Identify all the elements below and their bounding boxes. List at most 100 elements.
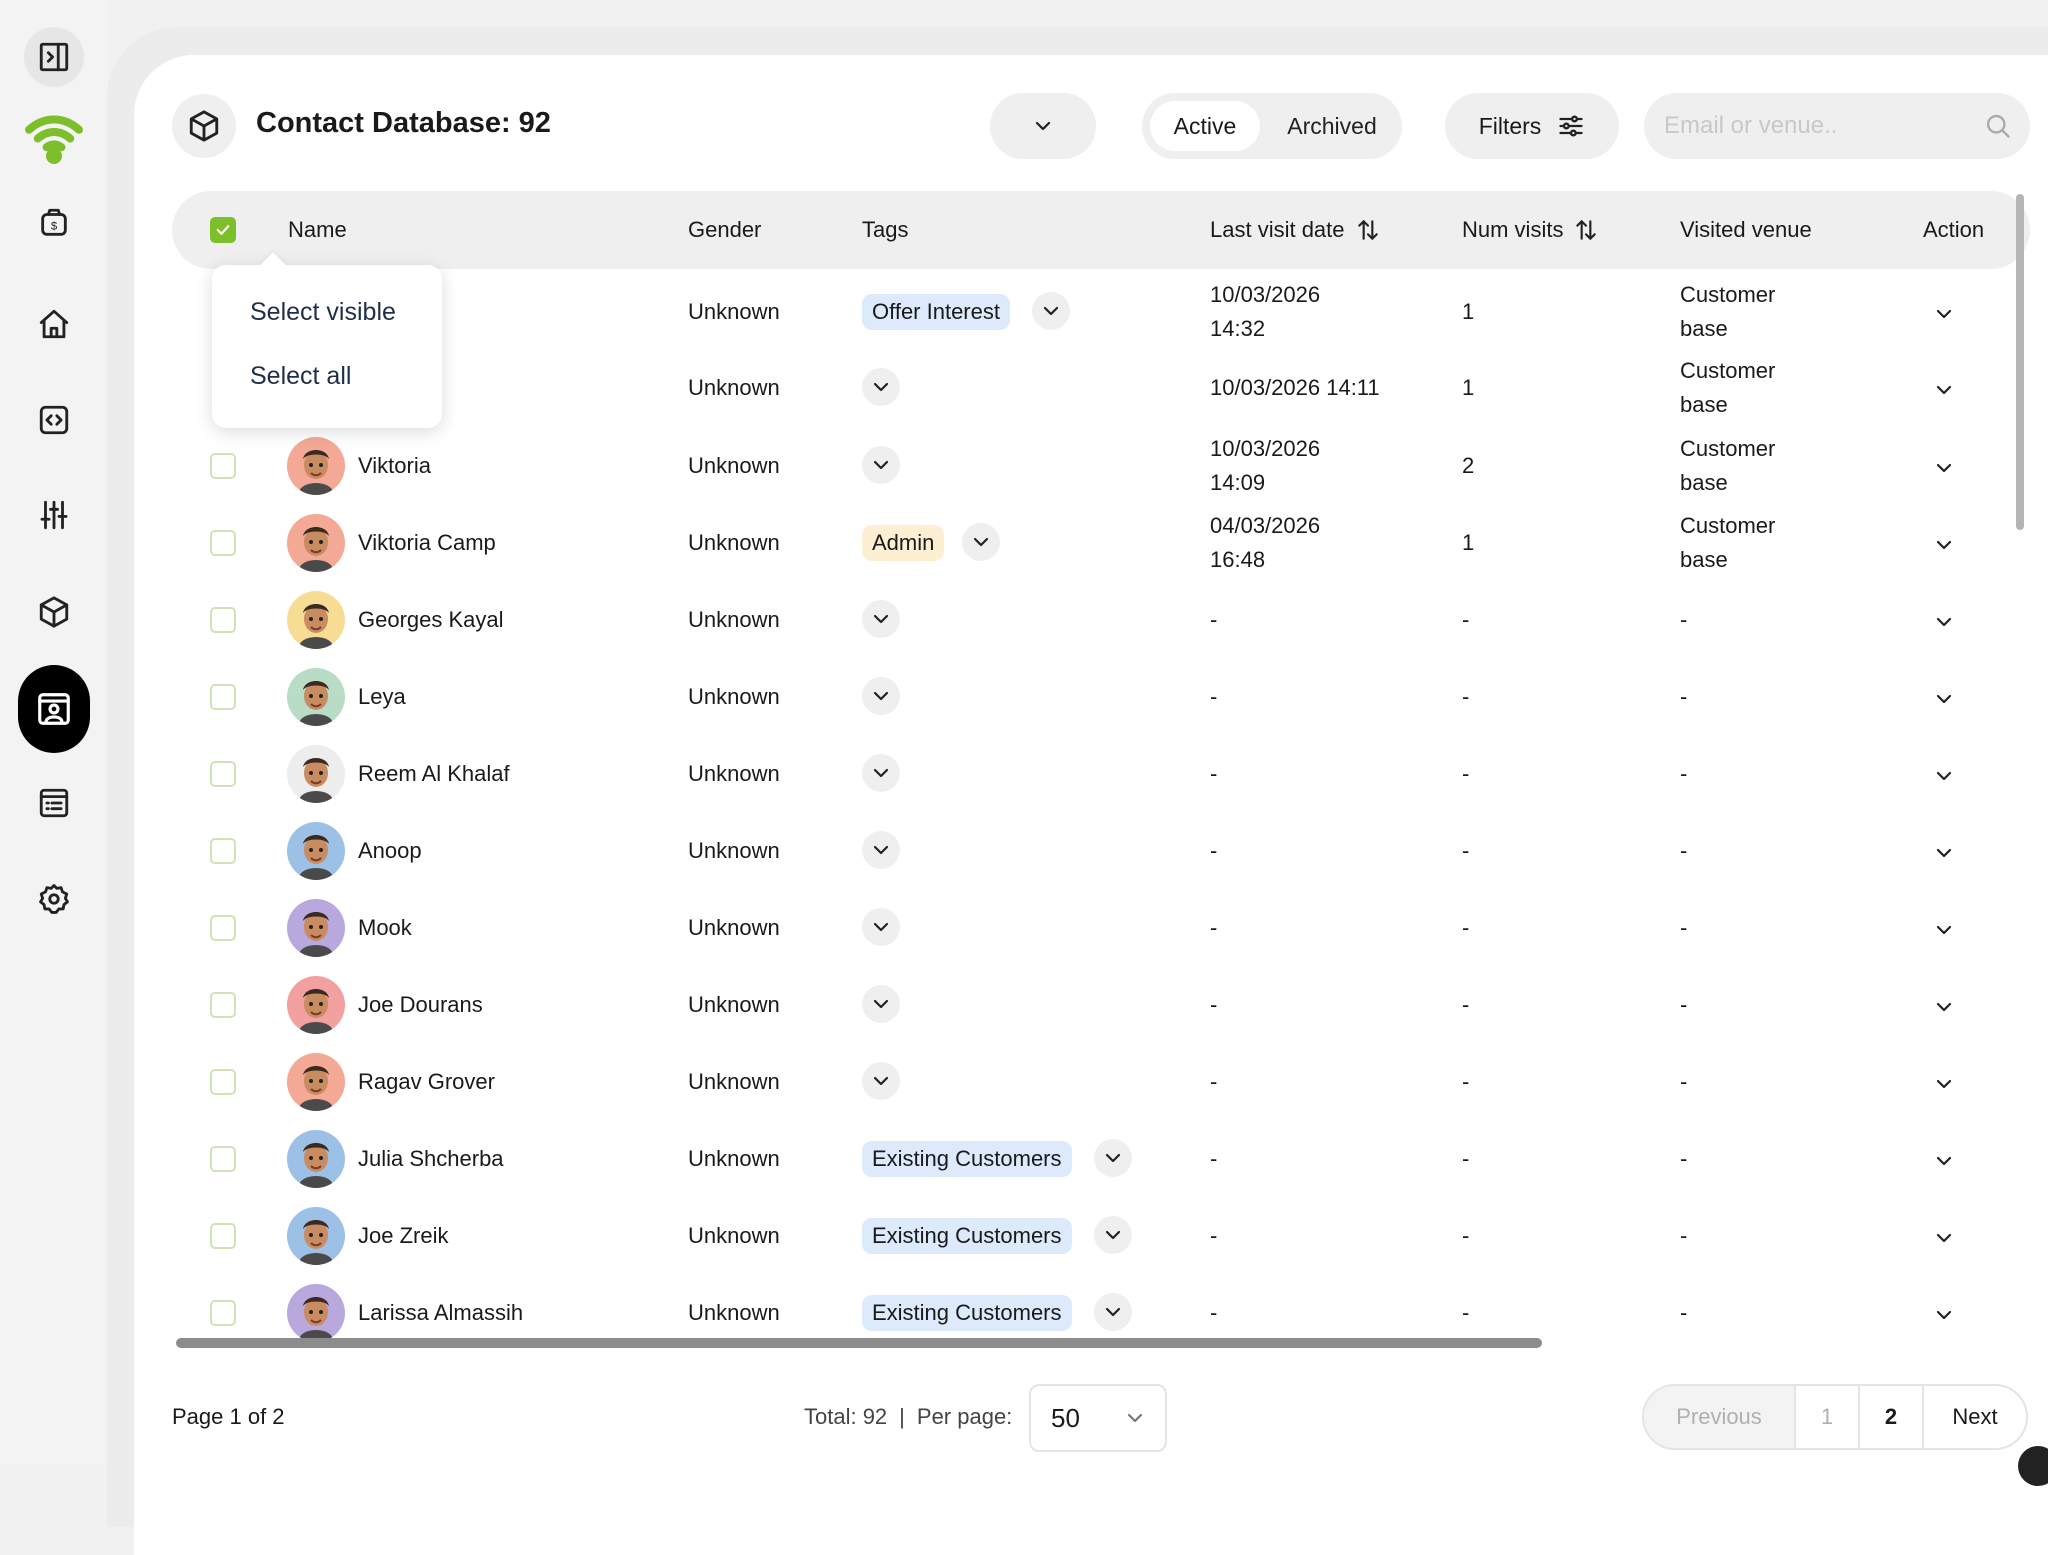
contact-name[interactable]: Anoop — [358, 838, 422, 864]
tag-dropdown-button[interactable] — [862, 368, 900, 406]
tag-dropdown-button[interactable] — [1094, 1139, 1132, 1177]
tag-dropdown-button[interactable] — [862, 600, 900, 638]
row-checkbox[interactable] — [210, 1069, 236, 1095]
row-checkbox[interactable] — [210, 453, 236, 479]
row-action-button[interactable] — [1930, 762, 1958, 790]
contact-name[interactable]: Viktoria — [358, 453, 431, 479]
contact-name[interactable]: Leya — [358, 684, 406, 710]
sort-icon[interactable] — [1355, 217, 1381, 243]
row-checkbox[interactable] — [210, 684, 236, 710]
table-row[interactable]: Viktoria Unknown 10/03/2026 14:09 2 Customer b… — [172, 428, 2030, 504]
row-action-button[interactable] — [1930, 531, 1958, 559]
sidebar-item-contacts[interactable] — [18, 665, 90, 753]
row-action-button[interactable] — [1930, 993, 1958, 1021]
contact-name[interactable]: Joe Zreik — [358, 1223, 448, 1249]
select-all-checkbox[interactable] — [210, 217, 236, 243]
sidebar-item-settings[interactable] — [24, 869, 84, 929]
tag-dropdown-button[interactable] — [862, 1062, 900, 1100]
table-row[interactable]: Leya Unknown - - - — [172, 659, 2030, 735]
chevron-down-icon — [1035, 121, 1051, 131]
row-action-button[interactable] — [1930, 300, 1958, 328]
table-row[interactable]: Viktoria Camp Unknown Admin 04/03/2026 16:48… — [172, 505, 2030, 581]
sidebar-item-code[interactable] — [24, 390, 84, 450]
tag-dropdown-button[interactable] — [962, 523, 1000, 561]
tag-dropdown-button[interactable] — [862, 985, 900, 1023]
contact-name[interactable]: Mook — [358, 915, 412, 941]
contact-name[interactable]: Ragav Grover — [358, 1069, 495, 1095]
sidebar-item-reports[interactable] — [24, 773, 84, 833]
row-action-button[interactable] — [1930, 454, 1958, 482]
contact-name[interactable]: Larissa Almassih — [358, 1300, 523, 1326]
table-row[interactable]: Julia Shcherba Unknown Existing Customers -… — [172, 1121, 2030, 1197]
horizontal-scrollbar[interactable] — [176, 1338, 1542, 1348]
page-2-button[interactable]: 2 — [1860, 1386, 1924, 1448]
sidebar-item-home[interactable] — [24, 294, 84, 354]
row-checkbox[interactable] — [210, 1223, 236, 1249]
row-checkbox[interactable] — [210, 607, 236, 633]
row-checkbox[interactable] — [210, 761, 236, 787]
tab-active[interactable]: Active — [1150, 101, 1260, 151]
row-checkbox[interactable] — [210, 1146, 236, 1172]
table-row[interactable]: Georges Kayal Unknown - - - — [172, 582, 2030, 658]
table-row[interactable]: Anoop Unknown - - - — [172, 813, 2030, 889]
tag-dropdown-button[interactable] — [862, 446, 900, 484]
search-icon[interactable] — [1984, 112, 2012, 140]
table-row[interactable]: Mook Unknown - - - — [172, 890, 2030, 966]
row-checkbox[interactable] — [210, 530, 236, 556]
row-action-button[interactable] — [1930, 1070, 1958, 1098]
row-action-button[interactable] — [1930, 376, 1958, 404]
next-button[interactable]: Next — [1924, 1386, 2026, 1448]
vertical-scrollbar[interactable] — [2016, 194, 2024, 530]
row-action-button[interactable] — [1930, 1224, 1958, 1252]
page-1-button[interactable]: 1 — [1796, 1386, 1860, 1448]
tag-dropdown-button[interactable] — [862, 908, 900, 946]
sidebar-item-adjustments[interactable] — [24, 485, 84, 545]
row-checkbox[interactable] — [210, 915, 236, 941]
sort-icon[interactable] — [1573, 217, 1599, 243]
contact-name[interactable]: Joe Dourans — [358, 992, 483, 1018]
row-checkbox[interactable] — [210, 992, 236, 1018]
row-action-button[interactable] — [1930, 685, 1958, 713]
gender-value: Unknown — [688, 684, 780, 709]
sidebar-item-wifi[interactable] — [24, 106, 84, 166]
sidebar-item-products[interactable] — [24, 582, 84, 642]
column-header-num-visits[interactable]: Num visits — [1462, 217, 1599, 243]
visited-venue-line: - — [1680, 1146, 1688, 1171]
contact-name[interactable]: Julia Shcherba — [358, 1146, 504, 1172]
sidebar-item-payments[interactable]: $ — [24, 193, 84, 253]
database-dropdown-button[interactable] — [990, 93, 1096, 159]
tag-dropdown-button[interactable] — [1032, 292, 1070, 330]
table-row[interactable]: Joe Dourans Unknown - - - — [172, 967, 2030, 1043]
column-header-last-visit[interactable]: Last visit date — [1210, 217, 1381, 243]
tab-archived[interactable]: Archived — [1270, 101, 1394, 151]
tag-dropdown-button[interactable] — [862, 677, 900, 715]
filters-button[interactable]: Filters — [1445, 93, 1619, 159]
table-row[interactable]: Reem Al Khalaf Unknown - - - — [172, 736, 2030, 812]
contact-name[interactable]: Reem Al Khalaf — [358, 761, 510, 787]
tag-dropdown-button[interactable] — [862, 754, 900, 792]
avatar — [287, 1284, 345, 1342]
row-action-button[interactable] — [1930, 1301, 1958, 1329]
tag-dropdown-button[interactable] — [862, 831, 900, 869]
row-action-button[interactable] — [1930, 916, 1958, 944]
select-visible-option[interactable]: Select visible — [250, 298, 396, 327]
per-page-select[interactable]: 50 — [1029, 1384, 1167, 1452]
search-input[interactable] — [1664, 105, 1964, 147]
table-row[interactable]: Unknown Offer Interest 10/03/2026 14:32 1 Cus… — [172, 274, 2030, 350]
sidebar-toggle-button[interactable] — [24, 27, 84, 87]
row-action-button[interactable] — [1930, 608, 1958, 636]
contact-name[interactable]: Georges Kayal — [358, 607, 504, 633]
table-row[interactable]: Unknown 10/03/2026 14:11 1 Customer base — [172, 350, 2030, 426]
row-action-button[interactable] — [1930, 839, 1958, 867]
table-row[interactable]: Joe Zreik Unknown Existing Customers - - - — [172, 1198, 2030, 1274]
row-action-button[interactable] — [1930, 1147, 1958, 1175]
select-all-option[interactable]: Select all — [250, 362, 351, 391]
contact-name[interactable]: Viktoria Camp — [358, 530, 496, 556]
tag-dropdown-button[interactable] — [1094, 1216, 1132, 1254]
tag-dropdown-button[interactable] — [1094, 1293, 1132, 1331]
table-row[interactable]: Ragav Grover Unknown - - - — [172, 1044, 2030, 1120]
row-checkbox[interactable] — [210, 838, 236, 864]
row-checkbox[interactable] — [210, 1300, 236, 1326]
previous-button[interactable]: Previous — [1644, 1386, 1796, 1448]
column-visited-venue-label: Visited venue — [1680, 217, 1812, 242]
